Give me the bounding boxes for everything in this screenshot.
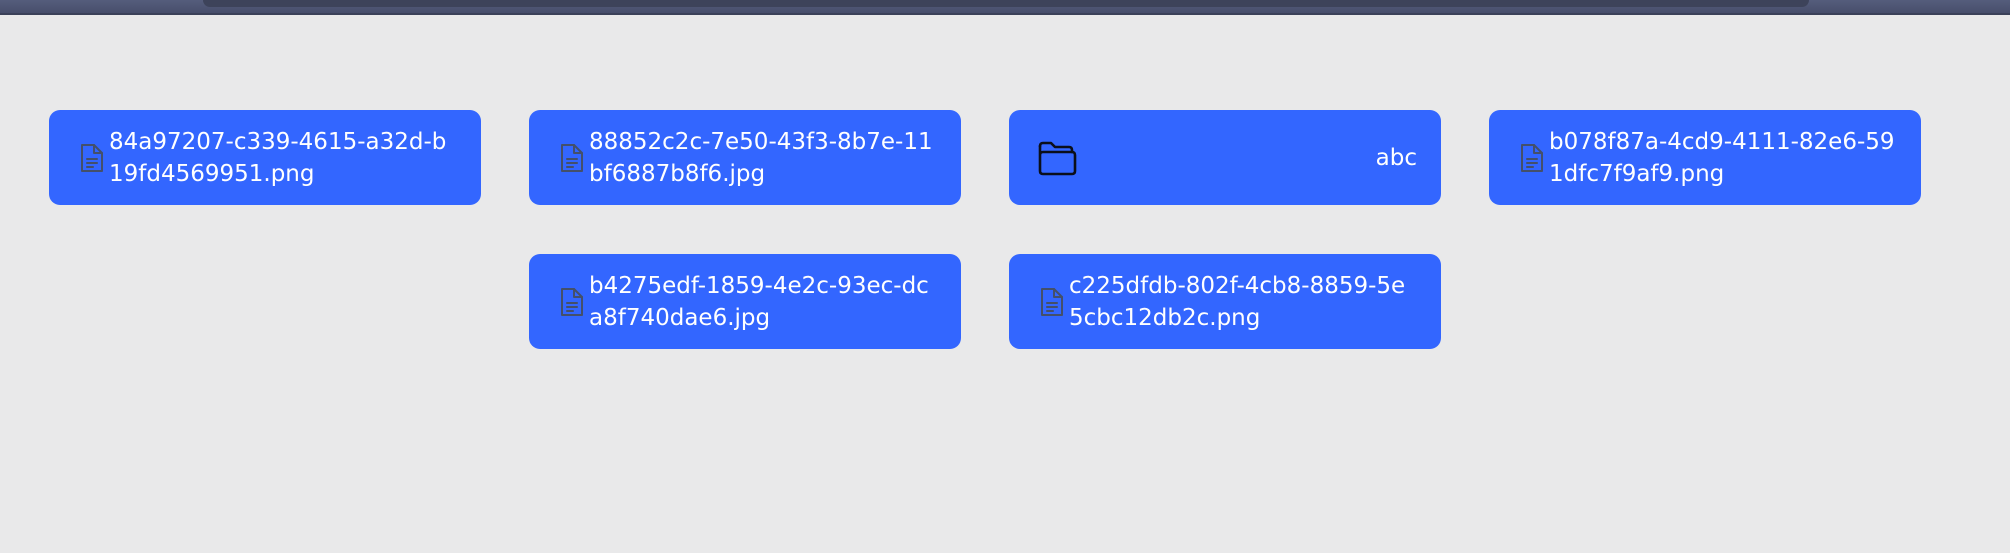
file-tile[interactable]: 88852c2c-7e50-43f3-8b7e-11bf6887b8f6.jpg bbox=[529, 110, 961, 205]
folder-tile[interactable]: abc bbox=[1009, 110, 1441, 205]
file-icon bbox=[557, 141, 587, 175]
file-tile[interactable]: b078f87a-4cd9-4111-82e6-591dfc7f9af9.png bbox=[1489, 110, 1921, 205]
folder-name: abc bbox=[1375, 144, 1417, 171]
file-name: 88852c2c-7e50-43f3-8b7e-11bf6887b8f6.jpg bbox=[589, 128, 933, 187]
file-grid: 84a97207-c339-4615-a32d-b19fd4569951.png… bbox=[49, 110, 1921, 349]
file-icon bbox=[1517, 141, 1547, 175]
file-tile[interactable]: c225dfdb-802f-4cb8-8859-5e5cbc12db2c.png bbox=[1009, 254, 1441, 349]
file-name: b078f87a-4cd9-4111-82e6-591dfc7f9af9.png bbox=[1549, 128, 1895, 187]
file-name: c225dfdb-802f-4cb8-8859-5e5cbc12db2c.png bbox=[1069, 272, 1406, 331]
top-bar-pill bbox=[203, 0, 1809, 7]
folder-icon bbox=[1035, 136, 1079, 180]
file-name: b4275edf-1859-4e2c-93ec-dca8f740dae6.jpg bbox=[589, 272, 929, 331]
file-icon bbox=[77, 141, 107, 175]
file-name: 84a97207-c339-4615-a32d-b19fd4569951.png bbox=[109, 128, 447, 187]
file-icon bbox=[557, 285, 587, 319]
file-tile[interactable]: b4275edf-1859-4e2c-93ec-dca8f740dae6.jpg bbox=[529, 254, 961, 349]
browser-top-bar bbox=[0, 0, 2010, 15]
file-icon bbox=[1037, 285, 1067, 319]
file-tile[interactable]: 84a97207-c339-4615-a32d-b19fd4569951.png bbox=[49, 110, 481, 205]
